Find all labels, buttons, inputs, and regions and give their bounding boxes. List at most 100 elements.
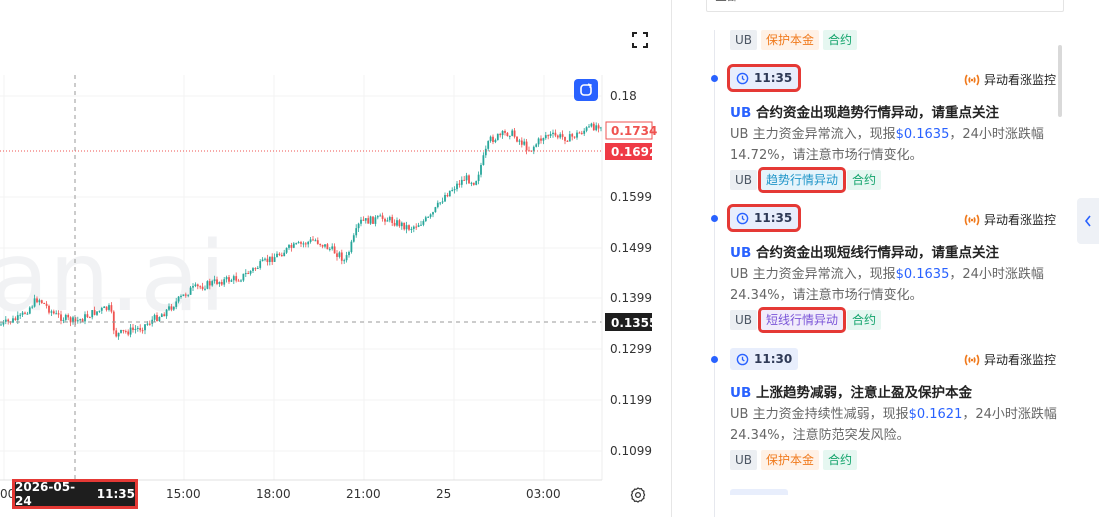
candle-body — [175, 301, 178, 307]
price-tick-label: 0.1599 — [610, 190, 652, 204]
tag-protect-principal[interactable]: 保护本金 — [761, 450, 820, 470]
candle-body — [213, 279, 216, 282]
alert-feed-panel: 全部 UB 保护本金 合约 11:35 异动看涨监控 UB 合约资金出现趋势行情… — [688, 0, 1106, 517]
candle-body — [264, 258, 266, 260]
candle-body — [549, 134, 552, 136]
monitor-text: 异动看涨监控 — [983, 73, 1056, 87]
candle-body — [357, 223, 360, 229]
candle-body — [456, 183, 458, 190]
candle-body — [321, 244, 324, 247]
candle-body — [588, 126, 590, 128]
candle-body — [24, 312, 26, 314]
alert-price: $0.1621 — [908, 407, 963, 422]
candle-body — [268, 256, 271, 263]
candle-body — [506, 132, 509, 137]
time-tick-label: 15:00 — [166, 487, 201, 501]
candle-body — [67, 314, 70, 318]
high-price-label: 0.1734 — [611, 124, 657, 138]
chart-panel[interactable]: an.ai 0.18 0.1599 0.1499 0.1399 0.1299 0.1199… — [0, 0, 672, 517]
candle-body — [446, 195, 449, 197]
candle-body — [276, 253, 278, 258]
tag-contract[interactable]: 合约 — [823, 450, 858, 470]
fullscreen-icon[interactable] — [630, 30, 650, 50]
candle-body — [158, 316, 161, 322]
candle-body — [576, 132, 578, 138]
candlestick-chart[interactable]: an.ai 0.18 0.1599 0.1499 0.1399 0.1299 0.1199… — [0, 0, 672, 517]
last-price-tag: 0.1692 — [605, 143, 657, 160]
candle-body — [324, 244, 326, 247]
candle-body — [19, 314, 22, 316]
candle-body — [597, 125, 600, 129]
candle-body — [235, 276, 238, 281]
candle-body — [4, 319, 7, 322]
candle-body — [400, 222, 403, 227]
feed-scrollbar[interactable] — [1058, 45, 1062, 117]
candle-body — [537, 138, 540, 145]
tag-ub[interactable]: UB — [730, 30, 758, 50]
candle-body — [460, 179, 463, 185]
alert-time-badge: 11:30 — [730, 348, 799, 370]
feed-filter-text: 全部 — [715, 0, 739, 4]
candle-body — [115, 330, 118, 337]
candle-body — [261, 259, 264, 262]
candle-body — [542, 138, 545, 141]
timeline-dot — [711, 356, 718, 363]
candle-body — [429, 214, 432, 217]
candle-body — [124, 331, 127, 333]
alert-title: UB 合约资金出现趋势行情异动，请重点关注 — [730, 101, 999, 121]
tag-ub[interactable]: UB — [730, 450, 758, 470]
candle-body — [247, 273, 250, 275]
candle-body — [484, 148, 487, 156]
candle-body — [573, 136, 576, 138]
candle-body — [477, 174, 480, 182]
candle-body — [532, 146, 535, 151]
candle-body — [81, 319, 84, 322]
alert-title-symbol: UB — [730, 385, 752, 401]
alert-title-text: 上涨趋势减弱，注意止盈及保护本金 — [755, 385, 972, 401]
candle-body — [343, 260, 346, 262]
candle-body — [64, 314, 67, 320]
candle-body — [384, 218, 386, 222]
candle-body — [189, 287, 192, 295]
tag-ub[interactable]: UB — [730, 170, 758, 190]
candle-body — [547, 135, 550, 137]
candle-body — [415, 226, 418, 228]
candle-body — [62, 319, 65, 321]
tag-trend-anomaly[interactable]: 趋势行情异动 — [758, 167, 847, 193]
auto-scale-button[interactable] — [574, 79, 598, 101]
candle-body — [122, 329, 125, 332]
alert-body: UB 主力资金异常流入，现报$0.1635，24小时涨跌幅24.34%，请注意市… — [730, 264, 1060, 306]
candle-body — [374, 217, 377, 224]
candle-body — [499, 133, 502, 136]
tag-contract[interactable]: 合约 — [847, 170, 882, 190]
feed-filter-box[interactable]: 全部 — [706, 0, 1064, 12]
collapse-panel-button[interactable] — [1077, 198, 1099, 244]
chart-watermark: an.ai — [0, 221, 226, 333]
tag-ub[interactable]: UB — [730, 310, 758, 330]
candle-body — [451, 189, 454, 191]
candle-body — [316, 240, 319, 244]
candle-body — [242, 273, 245, 281]
candle-body — [108, 305, 110, 310]
tag-contract[interactable]: 合约 — [823, 30, 858, 50]
candle-body — [148, 323, 151, 325]
alert-body: UB 主力资金持续性减弱，现报$0.1621，24小时涨跌幅24.34%，注意防… — [730, 404, 1060, 446]
candle-body — [492, 136, 494, 143]
candle-body — [134, 328, 137, 330]
candle-body — [252, 268, 254, 271]
candle-body — [580, 132, 583, 134]
candle-body — [96, 311, 98, 315]
tag-contract[interactable]: 合约 — [847, 310, 882, 330]
candle-body — [232, 276, 235, 281]
candle-body — [184, 294, 187, 296]
candle-body — [105, 306, 108, 310]
candle-body — [33, 298, 36, 307]
tag-protect-principal[interactable]: 保护本金 — [761, 30, 820, 50]
candle-body — [146, 323, 149, 325]
candle-body — [256, 267, 259, 269]
chart-settings-gear-icon[interactable] — [629, 486, 647, 504]
candle-body — [410, 228, 413, 230]
tag-short-term-anomaly[interactable]: 短线行情异动 — [758, 307, 847, 333]
candle-body — [398, 220, 401, 227]
timeline-dot — [711, 215, 718, 222]
